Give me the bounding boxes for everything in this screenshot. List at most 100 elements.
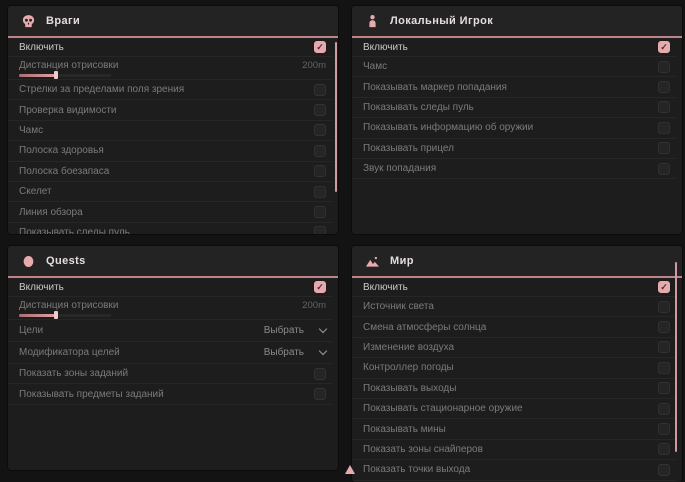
checkbox[interactable]: ✓ xyxy=(658,81,670,93)
checkbox[interactable]: ✓ xyxy=(658,122,670,134)
setting-row[interactable]: Включить✓ xyxy=(8,278,332,297)
chevron-down-icon xyxy=(319,347,327,355)
panel-title: Враги xyxy=(46,15,80,27)
slider-labels: Дистанция отрисовки200m xyxy=(19,60,326,71)
setting-row[interactable]: Показать зоны заданий✓ xyxy=(8,364,332,384)
setting-row[interactable]: Показывать следы пуль ✓ xyxy=(352,98,676,118)
setting-label: Звук попадания xyxy=(363,163,436,174)
checkbox[interactable]: ✓ xyxy=(658,321,670,333)
slider-handle[interactable] xyxy=(54,71,58,79)
setting-label: Включить xyxy=(19,42,64,53)
scrollbar[interactable] xyxy=(335,42,337,192)
check-icon: ✓ xyxy=(316,283,324,292)
setting-row[interactable]: Показывать мины✓ xyxy=(352,419,676,439)
setting-label: Показывать следы пуль xyxy=(363,102,474,113)
setting-row[interactable]: Показать точки выхода ✓ xyxy=(352,460,676,480)
checkbox[interactable]: ✓ xyxy=(658,362,670,374)
setting-row[interactable]: Показывать прицел ✓ xyxy=(352,139,676,159)
checkbox[interactable]: ✓ xyxy=(658,301,670,313)
checkbox[interactable]: ✓ xyxy=(658,423,670,435)
checkbox[interactable]: ✓ xyxy=(658,163,670,175)
setting-row[interactable]: Полоска здоровья ✓ xyxy=(8,141,332,161)
checkbox[interactable]: ✓ xyxy=(314,104,326,116)
setting-row[interactable]: Включить✓ xyxy=(352,38,676,57)
checkbox[interactable]: ✓ xyxy=(658,142,670,154)
setting-label: Линия обзора xyxy=(19,207,83,218)
select-row: Модификатора целейВыбрать xyxy=(8,342,332,364)
checkbox[interactable]: ✓ xyxy=(314,281,326,293)
setting-label: Показывать стационарное оружие xyxy=(363,403,523,414)
setting-label: Смена атмосферы солнца xyxy=(363,322,486,333)
setting-row[interactable]: Показывать следы пуль✓ xyxy=(8,223,332,234)
setting-row[interactable]: Источник света✓ xyxy=(352,297,676,317)
setting-row[interactable]: Показывать предметы заданий✓ xyxy=(8,384,332,404)
setting-row[interactable]: Контроллер погоды✓ xyxy=(352,358,676,378)
checkbox[interactable]: ✓ xyxy=(658,41,670,53)
setting-row[interactable]: Показывать маркер попадания ✓ xyxy=(352,77,676,97)
setting-row[interactable]: Смена атмосферы солнца ✓ xyxy=(352,317,676,337)
checkbox[interactable]: ✓ xyxy=(314,41,326,53)
setting-row[interactable]: Чамс✓ xyxy=(8,121,332,141)
setting-row[interactable]: Показать зоны снайперов✓ xyxy=(352,440,676,460)
setting-label: Дистанция отрисовки xyxy=(19,300,118,311)
chevron-down-icon xyxy=(319,325,327,333)
setting-label: Скелет xyxy=(19,186,52,197)
checkbox[interactable]: ✓ xyxy=(658,403,670,415)
slider-track[interactable] xyxy=(19,74,111,77)
setting-label: Показывать маркер попадания xyxy=(363,82,507,93)
slider-track[interactable] xyxy=(19,314,111,317)
setting-row[interactable]: Изменение воздуха✓ xyxy=(352,338,676,358)
checkbox[interactable]: ✓ xyxy=(658,281,670,293)
setting-label: Показать точки выхода xyxy=(363,464,470,475)
setting-label: Проверка видимости xyxy=(19,105,117,116)
setting-row[interactable]: Линия обзора ✓ xyxy=(8,202,332,222)
checkbox[interactable]: ✓ xyxy=(314,124,326,136)
checkbox[interactable]: ✓ xyxy=(314,206,326,218)
panel-local-player-header: Локальный Игрок xyxy=(352,6,682,38)
slider-value: 200m xyxy=(302,60,326,71)
checkbox[interactable]: ✓ xyxy=(314,186,326,198)
panel-enemies-rows: Включить ✓ Дистанция отрисовки200m Стрелки … xyxy=(8,38,338,234)
checkbox[interactable]: ✓ xyxy=(314,84,326,96)
slider-handle[interactable] xyxy=(54,311,58,319)
skull-icon xyxy=(21,14,36,29)
checkbox[interactable]: ✓ xyxy=(314,226,326,234)
checkbox[interactable]: ✓ xyxy=(314,388,326,400)
setting-row[interactable]: Скелет ✓ xyxy=(8,182,332,202)
checkbox[interactable]: ✓ xyxy=(658,382,670,394)
setting-row[interactable]: Включить ✓ xyxy=(352,278,676,297)
setting-row[interactable]: Стрелки за пределами поля зрения ✓ xyxy=(8,80,332,100)
checkbox[interactable]: ✓ xyxy=(658,464,670,476)
checkbox[interactable]: ✓ xyxy=(658,61,670,73)
checkbox[interactable]: ✓ xyxy=(658,341,670,353)
setting-row[interactable]: Проверка видимости ✓ xyxy=(8,100,332,120)
checkbox[interactable]: ✓ xyxy=(314,368,326,380)
setting-row[interactable]: Звук попадания ✓ xyxy=(352,159,676,179)
setting-label: Включить xyxy=(363,282,408,293)
setting-row[interactable]: Показывать выходы ✓ xyxy=(352,379,676,399)
panel-local-player-rows: Включить✓Чамс✓Показывать маркер попадани… xyxy=(352,38,682,179)
setting-label: Стрелки за пределами поля зрения xyxy=(19,84,184,95)
setting-label: Показывать выходы xyxy=(363,383,456,394)
setting-label: Полоска боезапаса xyxy=(19,166,109,177)
setting-label: Чамс xyxy=(363,61,387,72)
setting-row[interactable]: Показывать информацию об оружии✓ xyxy=(352,118,676,138)
checkbox[interactable]: ✓ xyxy=(658,443,670,455)
checkbox[interactable]: ✓ xyxy=(314,145,326,157)
checkbox[interactable]: ✓ xyxy=(314,165,326,177)
panel-local-player: Локальный Игрок Включить✓Чамс✓Показывать… xyxy=(352,6,682,234)
setting-row[interactable]: Чамс ✓ xyxy=(352,57,676,77)
checkbox[interactable]: ✓ xyxy=(658,101,670,113)
mountains-icon xyxy=(365,254,380,269)
select-dropdown[interactable]: Выбрать xyxy=(264,347,326,358)
setting-row[interactable]: Показывать стационарное оружие ✓ xyxy=(352,399,676,419)
setting-label: Полоска здоровья xyxy=(19,145,104,156)
setting-row[interactable]: Включить ✓ xyxy=(8,38,332,57)
scrollbar[interactable] xyxy=(675,262,677,452)
slider-fill xyxy=(19,314,56,317)
setting-row[interactable]: Полоска боезапаса ✓ xyxy=(8,162,332,182)
setting-label: Показывать прицел xyxy=(363,143,454,154)
panel-quests: Quests Включить✓Дистанция отрисовки200mЦ… xyxy=(8,246,338,470)
select-dropdown[interactable]: Выбрать xyxy=(264,325,326,336)
panel-enemies-header: Враги xyxy=(8,6,338,38)
